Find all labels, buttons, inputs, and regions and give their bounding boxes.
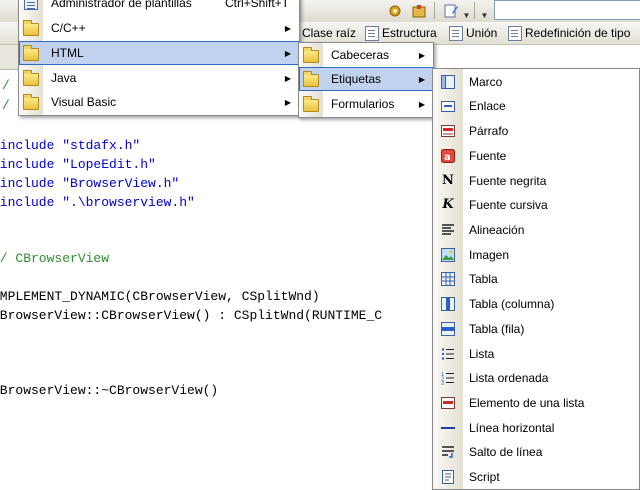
document-icon xyxy=(449,25,463,41)
menu-item-image[interactable]: Imagen xyxy=(433,243,639,267)
menu-item-html[interactable]: HTML ▶ xyxy=(19,41,299,65)
toolbar-item-label: Estructura xyxy=(382,26,437,40)
code-line: #include "stdafx.h" xyxy=(0,138,141,153)
folder-icon xyxy=(303,71,319,87)
code-line: #include ".\browserview.h" xyxy=(0,195,195,210)
menu-item-font[interactable]: a Fuente xyxy=(433,144,639,168)
list-item-icon xyxy=(440,395,456,411)
script-icon xyxy=(440,469,456,485)
menu-item-frame[interactable]: Marco xyxy=(433,70,639,94)
line-break-icon xyxy=(440,444,456,460)
image-icon xyxy=(440,247,456,263)
paragraph-icon xyxy=(440,123,456,139)
svg-text:3: 3 xyxy=(441,381,444,385)
italic-icon: K xyxy=(442,197,454,212)
toolbar-item-label: Clase raíz xyxy=(302,26,357,40)
chevron-right-icon: ▶ xyxy=(284,97,291,107)
menu-item-line-break[interactable]: Salto de línea xyxy=(433,440,639,464)
search-combo[interactable] xyxy=(494,0,640,20)
code-line: IMPLEMENT_DYNAMIC(CBrowserView, CSplitWn… xyxy=(0,289,320,304)
horizontal-line-icon xyxy=(440,420,456,436)
toolbar-item-label: Redefinición de tipo xyxy=(525,26,631,40)
menu-item-table-row[interactable]: Tabla (fila) xyxy=(433,317,639,341)
chevron-right-icon: ▶ xyxy=(284,73,291,83)
menu-item-table-column[interactable]: Tabla (columna) xyxy=(433,292,639,316)
gear-icon[interactable] xyxy=(384,1,406,20)
structure-button[interactable]: Estructura xyxy=(365,25,437,41)
template-icon xyxy=(23,0,39,11)
code-line: / xyxy=(2,78,10,93)
chevron-right-icon: ▶ xyxy=(284,48,291,58)
menu-item-bold-font[interactable]: N Fuente negrita xyxy=(433,169,639,193)
align-icon xyxy=(440,222,456,238)
folder-icon xyxy=(23,94,39,110)
font-icon: a xyxy=(440,148,456,164)
menu-item-list-item[interactable]: Elemento de una lista xyxy=(433,391,639,415)
table-row-icon xyxy=(440,321,456,337)
menu-item-tags[interactable]: Etiquetas ▶ xyxy=(299,67,433,91)
menu-item-paragraph[interactable]: Párrafo xyxy=(433,119,639,143)
code-line: #include "BrowserView.h" xyxy=(0,176,180,191)
chevron-down-icon[interactable]: ▼ xyxy=(480,1,489,20)
toolbar-item-label: Unión xyxy=(466,26,498,40)
chevron-right-icon: ▶ xyxy=(418,74,425,84)
folder-icon xyxy=(23,45,39,61)
menu-item-alignment[interactable]: Alineación xyxy=(433,218,639,242)
menu-item-template-manager[interactable]: Administrador de plantillas Ctrl+Shift+T xyxy=(19,0,299,15)
union-button[interactable]: Unión xyxy=(449,25,497,41)
menu-item-c-cpp[interactable]: C/C++ ▶ xyxy=(19,16,299,40)
chevron-right-icon: ▶ xyxy=(418,50,425,60)
code-line: CBrowserView::~CBrowserView() xyxy=(0,383,219,398)
folder-icon xyxy=(23,20,39,36)
chevron-down-icon[interactable]: ▼ xyxy=(462,1,471,20)
menu-item-ordered-list[interactable]: 123 Lista ordenada xyxy=(433,366,639,390)
ordered-list-icon: 123 xyxy=(440,370,456,386)
document-icon xyxy=(365,25,379,41)
frame-icon xyxy=(440,74,456,90)
template-menu: Administrador de plantillas Ctrl+Shift+T… xyxy=(18,0,300,116)
code-line: CBrowserView::CBrowserView() : CSplitWnd… xyxy=(0,308,383,323)
bold-icon: N xyxy=(442,173,454,188)
package-icon[interactable] xyxy=(408,1,430,20)
chevron-right-icon: ▶ xyxy=(418,99,425,109)
html-submenu: Cabeceras ▶ Etiquetas ▶ Formularios ▶ xyxy=(298,42,434,118)
code-line: / xyxy=(2,98,10,113)
menu-item-table[interactable]: Tabla xyxy=(433,267,639,291)
menu-item-italic-font[interactable]: K Fuente cursiva xyxy=(433,193,639,217)
chevron-right-icon: ▶ xyxy=(284,23,291,33)
menu-item-horizontal-rule[interactable]: Línea horizontal xyxy=(433,416,639,440)
menu-item-script[interactable]: Script xyxy=(433,465,639,489)
tags-submenu: Marco Enlace Párrafo a Fuente N Fuente n… xyxy=(432,68,640,490)
folder-icon xyxy=(303,96,319,112)
folder-icon xyxy=(23,70,39,86)
menu-item-link[interactable]: Enlace xyxy=(433,94,639,118)
list-icon xyxy=(440,346,456,362)
document-icon xyxy=(508,25,522,41)
menu-item-headers[interactable]: Cabeceras ▶ xyxy=(299,43,433,67)
code-line: // CBrowserView xyxy=(0,251,110,266)
root-class-button[interactable]: Clase raíz xyxy=(302,25,356,41)
menu-item-list[interactable]: Lista xyxy=(433,342,639,366)
svg-text:a: a xyxy=(444,152,451,163)
table-column-icon xyxy=(440,296,456,312)
table-icon xyxy=(440,271,456,287)
menu-item-java[interactable]: Java ▶ xyxy=(19,66,299,90)
menu-item-forms[interactable]: Formularios ▶ xyxy=(299,92,433,116)
link-icon xyxy=(440,98,456,114)
edit-icon[interactable] xyxy=(440,1,462,20)
menu-item-visual-basic[interactable]: Visual Basic ▶ xyxy=(19,90,299,114)
typedef-button[interactable]: Redefinición de tipo xyxy=(508,25,630,41)
code-line: #include "LopeEdit.h" xyxy=(0,157,156,172)
folder-icon xyxy=(303,47,319,63)
